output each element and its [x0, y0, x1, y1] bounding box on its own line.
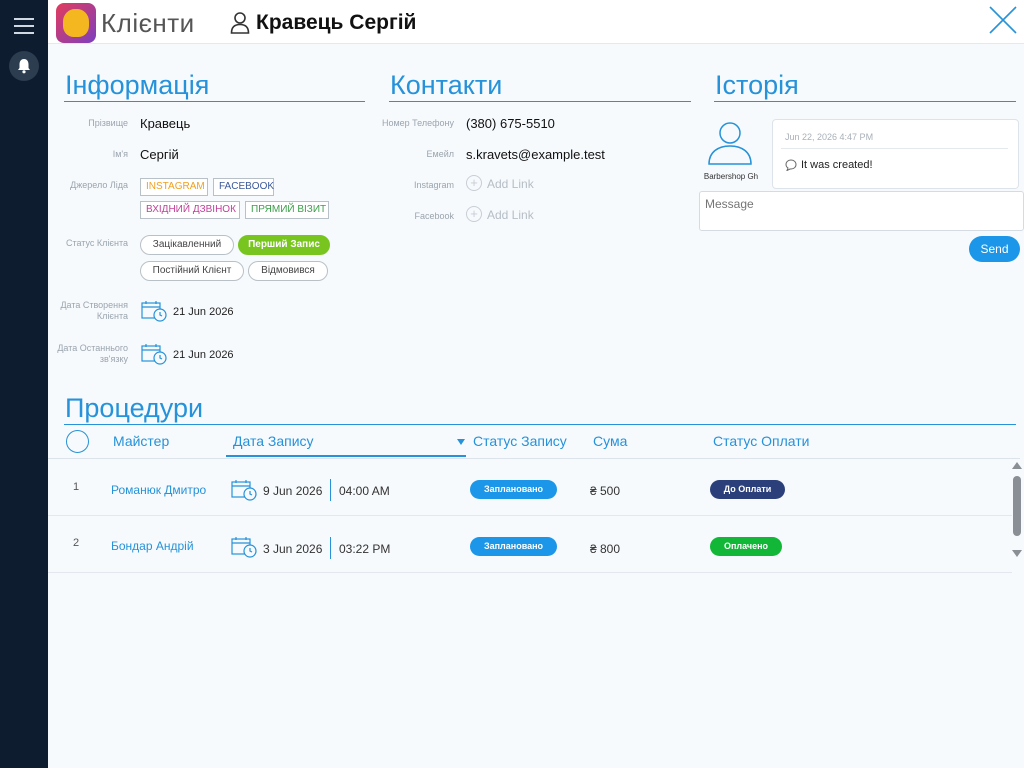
- comment-icon: [785, 159, 797, 171]
- table-row[interactable]: 2 Бондар Андрій 3 Jun 2026 03:22 PM Запл…: [48, 516, 1012, 573]
- menu-icon[interactable]: [14, 18, 34, 36]
- app-logo: [56, 3, 96, 43]
- sort-desc-icon[interactable]: [457, 439, 465, 445]
- sort-indicator: [226, 455, 466, 457]
- row-number: 2: [73, 537, 80, 549]
- appointment-status-badge[interactable]: Заплановано: [470, 537, 557, 556]
- facebook-label: Facebook: [414, 211, 454, 221]
- last-contact-value: 21 Jun 2026: [173, 349, 234, 361]
- amount-value: ₴ 800: [590, 542, 621, 556]
- column-header-status[interactable]: Статус Запису: [473, 433, 567, 449]
- appointment-time: 04:00 AM: [339, 484, 390, 498]
- calendar-icon: [231, 537, 257, 558]
- history-section-title: Історія: [715, 70, 799, 100]
- phone-value[interactable]: (380) 675-5510: [466, 116, 555, 131]
- procedures-section-divider: [64, 424, 1016, 425]
- scroll-thumb[interactable]: [1013, 476, 1021, 536]
- master-link[interactable]: Романюк Дмитро: [111, 483, 206, 497]
- notification-bell-button[interactable]: [9, 51, 39, 81]
- appointment-status-badge[interactable]: Заплановано: [470, 480, 557, 499]
- source-tag-direct-visit[interactable]: ПРЯМИЙ ВІЗИТ: [245, 201, 329, 219]
- source-tag-instagram[interactable]: INSTAGRAM: [140, 178, 208, 196]
- message-input[interactable]: [699, 191, 1024, 231]
- appointment-date: 3 Jun 2026: [263, 542, 323, 556]
- email-value[interactable]: s.kravets@example.test: [466, 147, 605, 162]
- appointment-date: 9 Jun 2026: [263, 484, 323, 498]
- last-contact-label: Дата Останнього зв'язку: [57, 343, 128, 364]
- procedures-section-title: Процедури: [65, 393, 204, 423]
- scroll-down-icon[interactable]: [1012, 550, 1022, 557]
- plus-icon[interactable]: +: [466, 175, 482, 191]
- history-entry: Jun 22, 2026 4:47 PM It was created!: [772, 119, 1019, 189]
- created-date-label: Дата Створення Клієнта: [60, 300, 128, 321]
- payment-status-badge[interactable]: Оплачено: [710, 537, 782, 556]
- history-message: It was created!: [801, 159, 873, 171]
- close-icon[interactable]: [988, 5, 1018, 35]
- bell-icon: [18, 59, 30, 74]
- table-scrollbar[interactable]: [1012, 462, 1022, 558]
- lead-source-label: Джерело Ліда: [70, 180, 128, 190]
- app-title: Клієнти: [101, 8, 195, 38]
- email-label: Емейл: [426, 149, 454, 159]
- person-icon: [230, 12, 250, 34]
- calendar-icon: [141, 301, 167, 322]
- amount-value: ₴ 500: [590, 484, 621, 498]
- contacts-section-title: Контакти: [390, 70, 503, 100]
- client-name: Кравець Сергій: [256, 11, 417, 34]
- row-number: 1: [73, 481, 80, 493]
- status-refused[interactable]: Відмовився: [248, 261, 328, 281]
- scroll-up-icon[interactable]: [1012, 462, 1022, 469]
- column-header-master[interactable]: Майстер: [113, 433, 169, 449]
- instagram-add-link[interactable]: Add Link: [487, 177, 534, 191]
- history-user-name: Barbershop Gh: [703, 172, 759, 181]
- source-tag-incoming-call[interactable]: ВХІДНИЙ ДЗВІНОК: [140, 201, 240, 219]
- surname-value[interactable]: Кравець: [140, 116, 190, 131]
- status-first-visit[interactable]: Перший Запис: [238, 235, 330, 255]
- facebook-add-link[interactable]: Add Link: [487, 208, 534, 222]
- calendar-icon: [231, 480, 257, 501]
- source-tag-facebook[interactable]: FACEBOOK: [213, 178, 274, 196]
- info-section-divider: [64, 101, 365, 102]
- plus-icon[interactable]: +: [466, 206, 482, 222]
- send-button[interactable]: Send: [969, 236, 1020, 262]
- created-date-value: 21 Jun 2026: [173, 306, 234, 318]
- top-bar: Клієнти Кравець Сергій: [48, 0, 1024, 44]
- payment-status-badge[interactable]: До Оплати: [710, 480, 785, 499]
- master-link[interactable]: Бондар Андрій: [111, 539, 194, 553]
- history-section-divider: [714, 101, 1016, 102]
- phone-label: Номер Телефону: [381, 118, 454, 128]
- column-header-sum[interactable]: Сума: [593, 433, 627, 449]
- select-all-checkbox[interactable]: [66, 430, 89, 453]
- column-header-payment[interactable]: Статус Оплати: [713, 433, 810, 449]
- client-status-label: Статус Клієнта: [65, 238, 128, 248]
- name-value[interactable]: Сергій: [140, 147, 179, 162]
- table-row[interactable]: 1 Романюк Дмитро 9 Jun 2026 04:00 AM Зап…: [48, 459, 1012, 516]
- appointment-time: 03:22 PM: [339, 542, 391, 556]
- user-avatar-icon: [708, 122, 752, 165]
- side-rail: [0, 0, 48, 768]
- column-header-date[interactable]: Дата Запису: [233, 433, 314, 449]
- procedures-table-body: 1 Романюк Дмитро 9 Jun 2026 04:00 AM Зап…: [48, 459, 1012, 768]
- instagram-label: Instagram: [413, 180, 454, 190]
- info-section-title: Інформація: [65, 70, 210, 100]
- contacts-section-divider: [389, 101, 691, 102]
- surname-label: Прізвище: [88, 118, 128, 128]
- status-regular-client[interactable]: Постійний Клієнт: [140, 261, 244, 281]
- calendar-icon: [141, 344, 167, 365]
- history-timestamp: Jun 22, 2026 4:47 PM: [785, 132, 874, 142]
- name-label: Ім'я: [112, 149, 128, 159]
- status-interested[interactable]: Зацікавленний: [140, 235, 234, 255]
